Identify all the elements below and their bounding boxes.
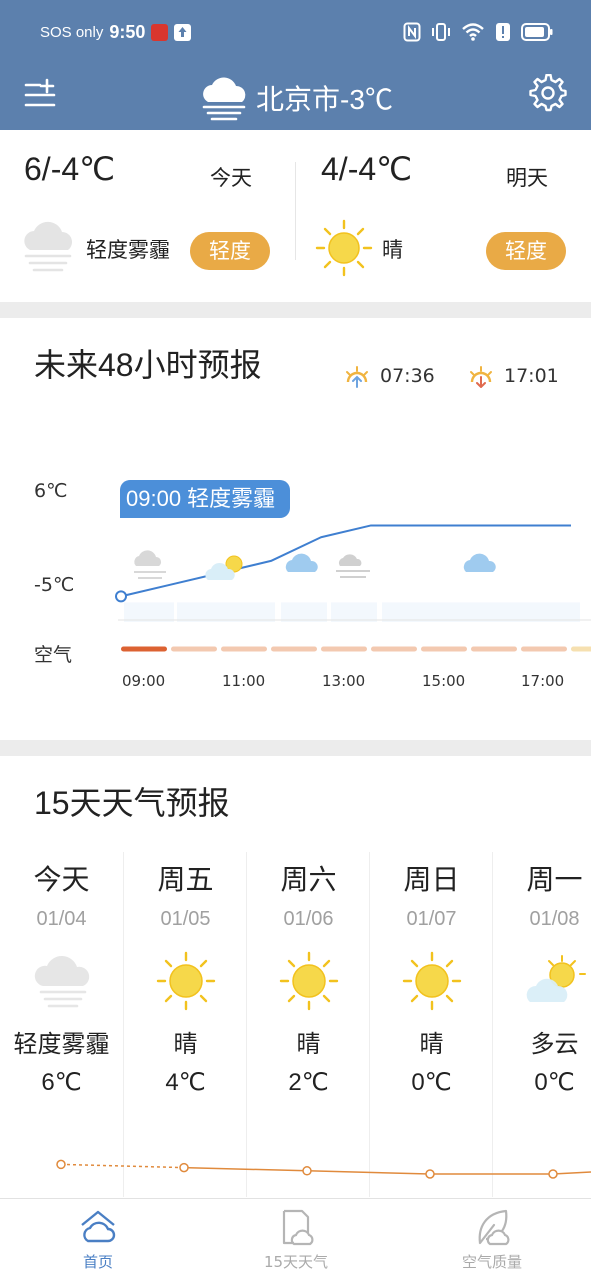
alert-icon xyxy=(496,23,510,41)
city-title[interactable]: 北京市-3℃ xyxy=(0,74,591,122)
battery-icon xyxy=(521,23,553,41)
air-quality-segment xyxy=(521,646,567,652)
temperature-trend xyxy=(56,1159,591,1179)
leaf-icon xyxy=(478,1209,510,1246)
hour-label: 09:00 xyxy=(122,672,166,690)
weather-block xyxy=(177,602,275,622)
today-aqi-badge: 轻度 xyxy=(190,232,270,270)
air-quality-segment xyxy=(421,646,467,652)
today-condition: 轻度雾霾 xyxy=(86,238,170,262)
app-notification-icon xyxy=(151,24,169,41)
nav-home[interactable]: 首页 xyxy=(38,1207,158,1272)
trend-segment xyxy=(183,1166,308,1172)
cloud-icon xyxy=(285,553,318,572)
calendar-cloud-icon xyxy=(282,1209,314,1246)
tomorrow-summary[interactable]: 4/-4℃ 明天 晴 轻度 xyxy=(296,130,591,302)
gear-icon xyxy=(529,73,567,112)
fog-icon xyxy=(336,554,370,578)
weather-block xyxy=(124,602,174,622)
air-quality-segment xyxy=(571,646,591,652)
hourly-chart[interactable] xyxy=(0,318,591,740)
trend-segment xyxy=(552,1171,591,1175)
weather-block xyxy=(281,602,327,622)
nav-label: 首页 xyxy=(82,1253,113,1271)
air-quality-segment xyxy=(271,646,317,652)
partly-cloudy-icon xyxy=(205,555,243,580)
app-bar: 北京市-3℃ xyxy=(0,66,591,130)
upload-icon xyxy=(174,24,192,41)
today-label: 今天 xyxy=(210,166,252,190)
wifi-icon xyxy=(462,23,484,41)
haze-cloud-icon xyxy=(134,550,166,579)
tomorrow-aqi-badge: 轻度 xyxy=(486,232,566,270)
header: SOS only 9:50 北京市-3℃ xyxy=(0,0,591,130)
current-point xyxy=(115,590,127,603)
hour-tooltip: 09:00 轻度雾霾 xyxy=(120,480,290,518)
carrier-text: SOS only xyxy=(40,24,104,41)
nav-label: 15天天气 xyxy=(263,1253,329,1271)
trend-segment xyxy=(60,1163,185,1169)
nav-air-quality[interactable]: 空气质量 xyxy=(432,1207,552,1272)
nav-label: 空气质量 xyxy=(461,1253,522,1271)
haze-cloud-icon xyxy=(24,221,72,272)
air-quality-segment xyxy=(471,646,517,652)
trend-segment xyxy=(306,1170,431,1175)
today-summary[interactable]: 6/-4℃ 今天 轻度雾霾 轻度 xyxy=(0,130,295,302)
tomorrow-condition: 晴 xyxy=(382,238,403,262)
nfc-icon xyxy=(403,22,421,42)
air-quality-segment xyxy=(121,646,167,652)
nav-15-day[interactable]: 15天天气 xyxy=(236,1207,356,1272)
vibrate-icon xyxy=(432,23,450,41)
settings-button[interactable] xyxy=(529,73,567,112)
bottom-nav: 首页 15天天气 空气质量 xyxy=(0,1198,591,1280)
tomorrow-temp: 4/-4℃ xyxy=(321,151,413,187)
trend-point xyxy=(302,1166,312,1176)
today-tomorrow-card: 6/-4℃ 今天 轻度雾霾 轻度 4/-4℃ 明天 晴 轻度 xyxy=(0,130,591,302)
weather-block xyxy=(331,602,377,622)
air-quality-segment xyxy=(221,646,267,652)
clock: 9:50 xyxy=(109,22,146,42)
page-title: 北京市-3℃ xyxy=(256,84,393,115)
trend-point xyxy=(56,1159,66,1170)
hour-label: 17:00 xyxy=(521,672,565,690)
trend-point xyxy=(548,1169,558,1179)
status-bar: SOS only 9:50 xyxy=(0,0,591,66)
weather-block xyxy=(382,602,580,622)
trend-point xyxy=(425,1169,435,1179)
home-icon xyxy=(81,1210,116,1243)
haze-cloud-icon xyxy=(202,77,246,121)
cloud-icon xyxy=(463,553,496,572)
tomorrow-label: 明天 xyxy=(506,166,548,190)
hour-label: 15:00 xyxy=(422,672,466,690)
today-temp: 6/-4℃ xyxy=(24,151,116,187)
trend-point xyxy=(179,1162,189,1173)
hourly-forecast-card: 未来48小时预报 07:36 17:01 6℃ -5℃ 空气 09:00 轻度雾… xyxy=(0,318,591,740)
hour-label: 13:00 xyxy=(322,672,366,690)
daily-forecast-card: 15天天气预报 今天 01/04 轻度雾霾 6℃ 周五 01/05 晴 4℃ 周… xyxy=(0,756,591,1198)
sun-icon xyxy=(315,219,373,277)
hour-label: 11:00 xyxy=(222,672,266,690)
air-quality-segment xyxy=(371,646,417,652)
air-quality-segment xyxy=(321,646,367,652)
air-quality-segment xyxy=(171,646,217,652)
